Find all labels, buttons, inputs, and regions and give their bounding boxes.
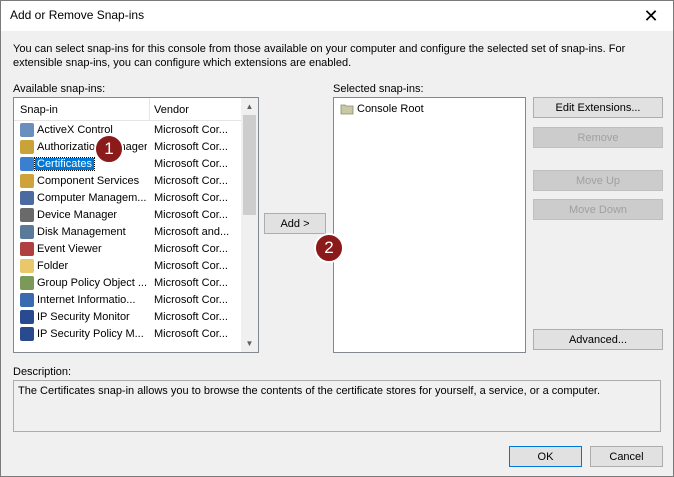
table-row[interactable]: IP Security Monitor Microsoft Cor... <box>14 309 242 326</box>
table-row[interactable]: Disk Management Microsoft and... <box>14 224 242 241</box>
selected-snapins-list[interactable]: Console Root <box>333 97 526 353</box>
snapin-vendor: Microsoft Cor... <box>154 175 228 187</box>
authorization-manager-icon <box>20 140 34 154</box>
snapin-name: Component Services <box>37 175 140 187</box>
selected-item-label: Console Root <box>357 103 424 115</box>
group-policy-icon <box>20 276 34 290</box>
snapin-vendor: Microsoft Cor... <box>154 209 228 221</box>
table-row[interactable]: Device Manager Microsoft Cor... <box>14 207 242 224</box>
event-viewer-icon <box>20 242 34 256</box>
activex-icon <box>20 123 34 137</box>
add-button[interactable]: Add > <box>264 213 326 234</box>
snapin-name: Device Manager <box>37 209 118 221</box>
ip-security-policy-icon <box>20 327 34 341</box>
snapin-name: Event Viewer <box>37 243 102 255</box>
intro-text: You can select snap-ins for this console… <box>13 43 626 69</box>
snapin-name: IP Security Monitor <box>37 311 130 323</box>
move-down-button[interactable]: Move Down <box>533 199 663 220</box>
snapin-rows: ActiveX Control Microsoft Cor... Authoriza… <box>14 122 242 343</box>
certificates-icon <box>20 157 34 171</box>
description-box: The Certificates snap-in allows you to b… <box>13 380 661 432</box>
snapin-vendor: Microsoft Cor... <box>154 158 228 170</box>
snapin-vendor: Microsoft Cor... <box>154 192 228 204</box>
edit-extensions-button[interactable]: Edit Extensions... <box>533 97 663 118</box>
snapin-name: Authorization Manager <box>37 141 147 153</box>
folder-icon <box>20 259 34 273</box>
column-header-snapin[interactable]: Snap-in <box>20 104 58 116</box>
table-row[interactable]: Event Viewer Microsoft Cor... <box>14 241 242 258</box>
ok-button[interactable]: OK <box>509 446 582 467</box>
add-remove-snapins-dialog: Add or Remove Snap-ins ✕ You can select … <box>0 0 674 477</box>
column-header-vendor[interactable]: Vendor <box>154 104 189 116</box>
snapin-name: Disk Management <box>37 226 126 238</box>
snapin-vendor: Microsoft Cor... <box>154 294 228 306</box>
available-snapins-list[interactable]: Snap-in Vendor ActiveX Control Microsoft … <box>13 97 259 353</box>
snapin-vendor: Microsoft and... <box>154 226 230 238</box>
list-header: Snap-in Vendor <box>14 98 242 121</box>
vertical-scrollbar[interactable]: ▲ ▼ <box>241 98 258 352</box>
window-title: Add or Remove Snap-ins <box>10 8 145 22</box>
computer-management-icon <box>20 191 34 205</box>
advanced-button[interactable]: Advanced... <box>533 329 663 350</box>
snapin-vendor: Microsoft Cor... <box>154 124 228 136</box>
table-row[interactable]: Group Policy Object ... Microsoft Cor... <box>14 275 242 292</box>
snapin-name: Folder <box>37 260 69 272</box>
snapin-vendor: Microsoft Cor... <box>154 328 228 340</box>
snapin-vendor: Microsoft Cor... <box>154 243 228 255</box>
available-snapins-label: Available snap-ins: <box>13 83 106 95</box>
close-button[interactable]: ✕ <box>629 1 673 31</box>
table-row[interactable]: IP Security Policy M... Microsoft Cor... <box>14 326 242 343</box>
table-row[interactable]: Internet Informatio... Microsoft Cor... <box>14 292 242 309</box>
snapin-vendor: Microsoft Cor... <box>154 260 228 272</box>
snapin-vendor: Microsoft Cor... <box>154 311 228 323</box>
snapin-name: Computer Managem... <box>37 192 147 204</box>
list-item[interactable]: Console Root <box>334 101 525 118</box>
remove-button[interactable]: Remove <box>533 127 663 148</box>
column-divider[interactable] <box>149 98 150 120</box>
scroll-down-arrow-icon[interactable]: ▼ <box>241 335 258 352</box>
scroll-up-arrow-icon[interactable]: ▲ <box>241 98 258 115</box>
description-text: The Certificates snap-in allows you to b… <box>18 385 601 397</box>
table-row[interactable]: Certificates Microsoft Cor... <box>14 156 242 173</box>
snapin-vendor: Microsoft Cor... <box>154 141 228 153</box>
iis-icon <box>20 293 34 307</box>
snapin-name: Internet Informatio... <box>37 294 136 306</box>
ip-security-monitor-icon <box>20 310 34 324</box>
component-services-icon <box>20 174 34 188</box>
snapin-name: ActiveX Control <box>37 124 113 136</box>
title-bar: Add or Remove Snap-ins ✕ <box>1 1 673 31</box>
snapin-name: Group Policy Object ... <box>37 277 147 289</box>
scroll-thumb[interactable] <box>243 115 256 215</box>
disk-management-icon <box>20 225 34 239</box>
callout-badge-1: 1 <box>94 134 124 164</box>
close-icon: ✕ <box>643 5 659 26</box>
snapin-name: IP Security Policy M... <box>37 328 144 340</box>
table-row[interactable]: Folder Microsoft Cor... <box>14 258 242 275</box>
selected-snapins-label: Selected snap-ins: <box>333 83 424 95</box>
device-manager-icon <box>20 208 34 222</box>
table-row[interactable]: Computer Managem... Microsoft Cor... <box>14 190 242 207</box>
callout-badge-2: 2 <box>314 233 344 263</box>
table-row[interactable]: Component Services Microsoft Cor... <box>14 173 242 190</box>
snapin-name: Certificates <box>33 157 96 171</box>
table-row[interactable]: ActiveX Control Microsoft Cor... <box>14 122 242 139</box>
move-up-button[interactable]: Move Up <box>533 170 663 191</box>
description-label: Description: <box>13 366 72 378</box>
console-root-folder-icon <box>340 104 354 115</box>
table-row[interactable]: Authorization Manager Microsoft Cor... <box>14 139 242 156</box>
snapin-vendor: Microsoft Cor... <box>154 277 228 289</box>
cancel-button[interactable]: Cancel <box>590 446 663 467</box>
